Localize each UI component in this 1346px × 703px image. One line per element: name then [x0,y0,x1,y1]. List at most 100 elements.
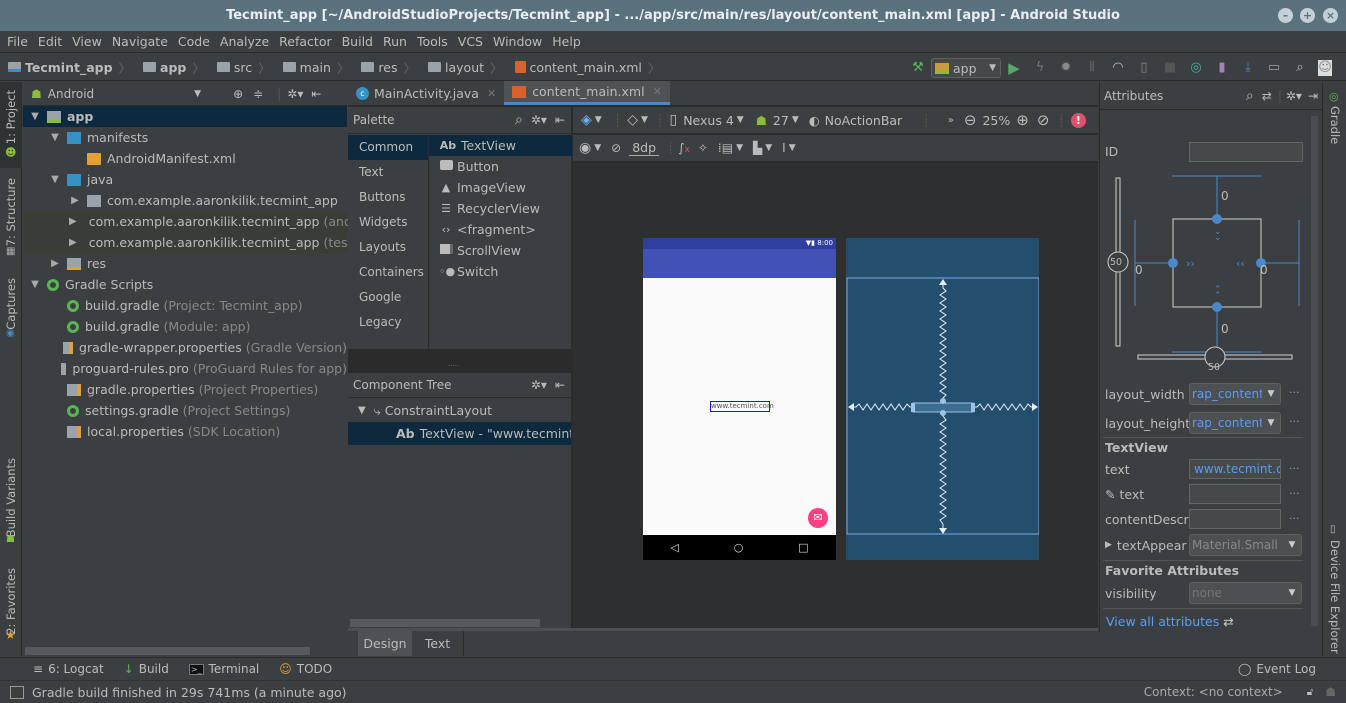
project-tool-button[interactable]: 1: Project ☻ [0,82,21,168]
menu-window[interactable]: Window [488,34,547,49]
settings-icon[interactable]: ✲▾ [531,378,547,392]
palette-category-google[interactable]: Google [348,285,428,310]
lock-icon[interactable]: 🔓︎ [1307,687,1313,698]
sdk-manager-icon[interactable]: ⤓ [1240,60,1256,76]
tab-main-activity[interactable]: c MainActivity.java ✕ [348,81,504,105]
menu-analyze[interactable]: Analyze [215,34,274,49]
zoom-in-icon[interactable]: ⊕ [1016,111,1029,129]
menu-tools[interactable]: Tools [412,34,453,49]
breadcrumb-file[interactable]: content_main.xml 〉 [507,58,665,77]
expand-arrow-icon[interactable]: ▼ [49,132,61,143]
expand-arrow-icon[interactable]: ▼ [29,279,41,290]
default-margin[interactable]: 8dp [629,140,660,156]
design-surface-icon[interactable]: ◈ [581,112,592,128]
tab-design[interactable]: Design [358,631,412,656]
autoconnect-icon[interactable]: ⊘ [611,141,621,155]
project-tree-item[interactable]: ▶ res [23,253,347,274]
sync-gradle-icon[interactable]: ◎ [1188,60,1204,76]
chevron-down-icon[interactable]: ▼ [789,143,796,153]
context-indicator[interactable]: Context: <no context> [1144,685,1283,699]
more-button[interactable]: ··· [1289,462,1300,475]
project-tree-item[interactable]: gradle.properties (Project Properties) [23,379,347,400]
text-appearance-dropdown[interactable]: Material.Small ▼ [1189,534,1302,556]
api-level-selector[interactable]: 27 [773,113,789,128]
project-tree-item[interactable]: AndroidManifest.xml [23,148,347,169]
palette-category-buttons[interactable]: Buttons [348,185,428,210]
menu-view[interactable]: View [67,34,107,49]
menu-run[interactable]: Run [378,34,412,49]
minimize-button[interactable]: – [1278,8,1293,23]
project-view-mode[interactable]: Android [48,87,94,101]
build-tool-button[interactable]: ↓ Build [114,662,179,676]
project-tree-item[interactable]: ▶ com.example.aaronkilik.tecmint_app [23,190,347,211]
toggle-tool-windows-icon[interactable] [10,685,24,699]
tree-node-constraint-layout[interactable]: ▼ ⤷ ConstraintLayout [348,399,571,422]
captures-tool-button[interactable]: Captures ◉ [0,274,21,344]
view-mode-dropdown-icon[interactable]: ▼ [194,89,201,99]
design-canvas[interactable]: ▼▮ 8:00 www.tecmint.com ✉ ◁ ○ □ [573,163,1098,628]
hide-panel-icon[interactable]: ⇥ [1308,89,1318,103]
palette-category-widgets[interactable]: Widgets [348,210,428,235]
project-tree-item[interactable]: local.properties (SDK Location) [23,421,347,442]
hide-panel-icon[interactable]: ⇤ [555,378,565,392]
design-preview[interactable]: ▼▮ 8:00 www.tecmint.com ✉ ◁ ○ □ [643,238,836,560]
expand-arrow-icon[interactable]: ▼ [49,174,61,185]
content-description-input[interactable] [1189,509,1281,529]
error-icon[interactable]: ! [1070,112,1086,128]
event-log-tool-button[interactable]: ◯ Event Log [1228,662,1326,676]
fab-email-icon[interactable]: ✉ [808,508,828,528]
collapse-arrow-icon[interactable]: ▶ [49,258,61,269]
chevron-down-icon[interactable]: ▼ [736,143,743,153]
toggle-view-icon[interactable]: ⇄ [1262,89,1272,103]
align-icon[interactable]: ▙ [753,141,762,155]
project-tree-item[interactable]: build.gradle (Project: Tecmint_app) [23,295,347,316]
gradle-tool-button[interactable]: ◎ Gradle [1323,88,1346,148]
expand-arrow-icon[interactable]: ▼ [358,405,366,416]
pack-icon[interactable]: ⁞▤ [718,141,733,155]
constraint-top-value[interactable]: 0 [1221,189,1229,203]
theme-selector[interactable]: NoActionBar [825,113,903,128]
splitter-handle[interactable]: ····· [448,363,468,370]
status-message[interactable]: Gradle build finished in 29s 741ms (a mi… [32,685,347,700]
horizontal-scrollbar[interactable] [350,619,540,627]
search-icon[interactable]: ⌕ [1292,60,1308,76]
text-appearance-label[interactable]: ▶ textAppear [1105,534,1187,556]
project-tree-item[interactable]: ▼ manifests [23,127,347,148]
collapse-arrow-icon[interactable]: ▶ [69,237,77,248]
breadcrumb-res[interactable]: res 〉 [353,58,420,77]
textview-widget[interactable]: www.tecmint.com [710,401,774,412]
menu-file[interactable]: File [2,34,33,49]
tab-text[interactable]: Text [412,631,464,656]
menu-code[interactable]: Code [173,34,215,49]
palette-category-containers[interactable]: Containers [348,260,428,285]
menu-refactor[interactable]: Refactor [274,34,336,49]
palette-item-scrollview[interactable]: ScrollView [429,240,572,261]
vertical-bias-value[interactable]: 50 [1110,257,1122,268]
project-tree-item[interactable]: ▼ app [23,106,347,127]
layout-width-dropdown[interactable]: rap_content ▼ [1189,383,1281,405]
search-icon[interactable]: ⌕ [1246,88,1254,104]
expand-arrow-icon[interactable]: ▶ [1105,540,1112,550]
todo-tool-button[interactable]: ☺ TODO [269,662,342,676]
view-all-attributes-link[interactable]: View all attributes ⇄ [1106,614,1234,629]
palette-category-common[interactable]: Common [348,135,428,160]
structure-tool-button[interactable]: 7: Structure ▦ [0,174,21,264]
palette-item-fragment[interactable]: ‹› <fragment> [429,219,572,240]
hide-panel-icon[interactable]: ⇤ [311,87,321,101]
palette-item-imageview[interactable]: ▲ ImageView [429,177,572,198]
stop-icon[interactable]: ■ [1162,60,1178,76]
settings-icon[interactable]: ✲▾ [287,87,303,101]
project-tree-item[interactable]: ▶ com.example.aaronkilik.tecmint_app (tes… [23,232,357,253]
project-structure-icon[interactable]: ▭ [1266,60,1282,76]
menu-navigate[interactable]: Navigate [107,34,173,49]
chevron-down-icon[interactable]: ▼ [792,115,799,125]
avd-manager-icon[interactable]: ▮ [1214,60,1230,76]
project-tree-item[interactable]: settings.gradle (Project Settings) [23,400,347,421]
tab-content-main[interactable]: content_main.xml ✕ [504,81,670,105]
vertical-scrollbar[interactable] [1311,116,1318,626]
guidelines-icon[interactable]: Ⅰ [782,141,786,155]
palette-category-legacy[interactable]: Legacy [348,310,428,335]
overflow-icon[interactable]: » [948,115,954,126]
scroll-from-source-icon[interactable]: ⊕ [233,87,243,101]
maximize-button[interactable]: + [1300,8,1315,23]
